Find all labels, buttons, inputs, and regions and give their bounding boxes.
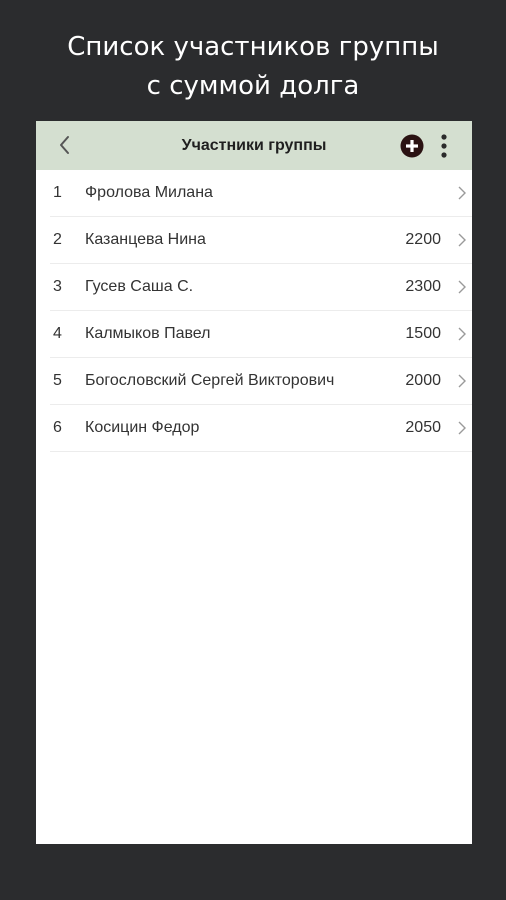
member-name: Калмыков Павел: [85, 325, 211, 342]
chevron-right-icon: [458, 186, 466, 200]
member-index: 4: [53, 325, 62, 342]
member-index: 3: [53, 278, 62, 295]
member-index: 1: [53, 184, 62, 201]
member-debt: 1500: [405, 325, 441, 342]
chevron-right-icon: [458, 327, 466, 341]
member-debt: 2300: [405, 278, 441, 295]
member-name: Косицин Федор: [85, 419, 200, 436]
member-index: 6: [53, 419, 62, 436]
chevron-right-icon: [458, 421, 466, 435]
member-debt: 2050: [405, 419, 441, 436]
chevron-right-icon: [458, 233, 466, 247]
more-vertical-icon[interactable]: [435, 132, 453, 160]
caption-line-1: Список участников группы: [67, 32, 439, 62]
caption-line-2: с суммой долга: [146, 71, 360, 101]
members-list: 1 Фролова Милана 2 Казанцева Нина 2200 3…: [36, 170, 472, 452]
member-name: Казанцева Нина: [85, 231, 206, 248]
promo-caption: Список участников группы с суммой долга: [0, 28, 506, 106]
member-index: 5: [53, 372, 62, 389]
chevron-left-icon[interactable]: [52, 132, 78, 158]
phone-screen: Участники группы 1 Фролова Милана 2 Каза…: [36, 121, 472, 844]
list-item[interactable]: 3 Гусев Саша С. 2300: [50, 264, 472, 311]
member-debt: 2000: [405, 372, 441, 389]
list-item[interactable]: 5 Богословский Сергей Викторович 2000: [50, 358, 472, 405]
member-name: Богословский Сергей Викторович: [85, 372, 335, 389]
add-circle-icon[interactable]: [400, 134, 424, 158]
member-name: Фролова Милана: [85, 184, 213, 201]
app-bar: Участники группы: [36, 121, 472, 170]
list-item[interactable]: 1 Фролова Милана: [50, 170, 472, 217]
chevron-right-icon: [458, 280, 466, 294]
list-item[interactable]: 4 Калмыков Павел 1500: [50, 311, 472, 358]
list-item[interactable]: 2 Казанцева Нина 2200: [50, 217, 472, 264]
member-index: 2: [53, 231, 62, 248]
member-name: Гусев Саша С.: [85, 278, 194, 295]
chevron-right-icon: [458, 374, 466, 388]
list-item[interactable]: 6 Косицин Федор 2050: [50, 405, 472, 452]
page-title: Участники группы: [181, 137, 327, 154]
member-debt: 2200: [405, 231, 441, 248]
